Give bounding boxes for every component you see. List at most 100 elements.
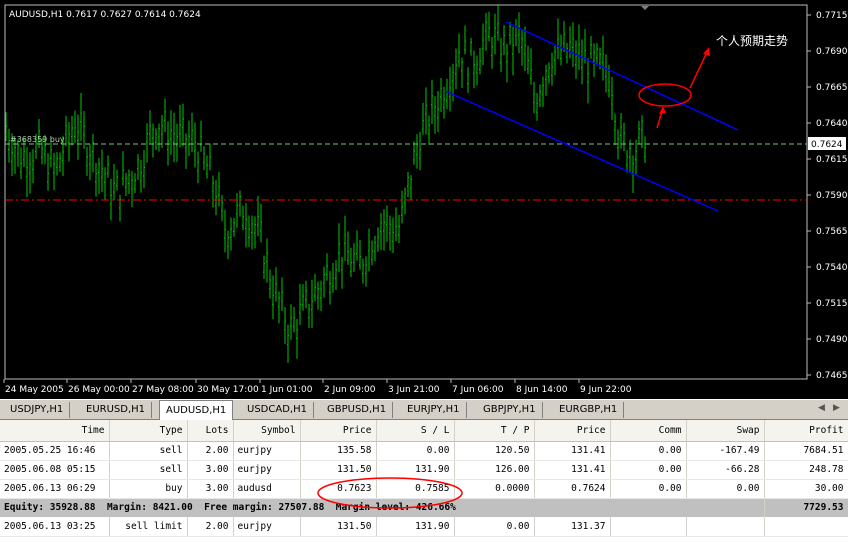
column-header[interactable]: Swap [686,420,765,442]
column-header[interactable]: Profit [764,420,848,442]
table-cell: 2.00 [187,517,234,537]
total-profit: 7729.53 [764,498,848,517]
table-cell: eurjpy [233,441,301,461]
table-cell: 248.78 [764,460,848,480]
forecast-arrowhead-1 [659,106,666,114]
account-summary: Equity: 35928.88 Margin: 8421.00 Free ma… [0,498,765,517]
table-cell: eurjpy [233,517,301,537]
table-cell: 2005.06.13 03:25 [0,517,110,537]
table-cell: sell [109,441,188,461]
table-cell: 0.00 [610,441,687,461]
column-header[interactable]: Price [534,420,611,442]
table-cell: 7684.51 [764,441,848,461]
price-tick-label: 0.7465 [816,371,848,381]
column-header[interactable]: T / P [454,420,535,442]
time-tick-label: 8 Jun 14:00 [516,385,568,395]
table-cell: 0.7624 [534,479,611,499]
time-tick-label: 24 May 2005 [5,385,64,395]
table-cell: 0.00 [610,460,687,480]
chart-title: AUDUSD,H1 0.7617 0.7627 0.7614 0.7624 [9,10,201,20]
trade-table: Time Type Lots Symbol Price S / LT / P Price Co… [0,420,848,537]
column-header[interactable]: Price [300,420,377,442]
table-cell: 0.00 [376,441,455,461]
trade-row[interactable]: 2005.05.25 16:46 sell 2.00 eurjpy 135.58 0.00… [0,441,848,461]
chart-frame [4,4,808,380]
table-cell: 120.50 [454,441,535,461]
column-header[interactable]: Comm [610,420,687,442]
table-cell: 2005.05.25 16:46 [0,441,110,461]
tab-gbpjpy-h1[interactable]: GBPJPY,H1 [477,402,543,418]
channel-upper-line [505,21,739,131]
time-tick-label: 7 Jun 06:00 [452,385,504,395]
table-cell: eurjpy [233,460,301,480]
price-tick-label: 0.7690 [816,47,848,57]
tab-usdcad-h1[interactable]: USDCAD,H1 [241,402,314,418]
table-cell: 30.00 [764,479,848,499]
price-tick-label: 0.7540 [816,263,848,273]
tab-gbpusd-h1[interactable]: GBPUSD,H1 [321,402,394,418]
trade-row[interactable]: 2005.06.13 06:29 buy 3.00 audusd 0.7623 0.758… [0,479,848,499]
table-cell: 0.00 [610,479,687,499]
table-cell: 131.41 [534,441,611,461]
current-price-label: 0.7624 [811,140,843,150]
table-cell: 0.00 [686,479,765,499]
chart-tabs: USDJPY,H1 EURUSD,H1 AUDUSD,H1 USDCAD,H1 GBPU… [0,399,848,420]
pending-order-row[interactable]: 2005.06.13 03:25 sell limit 2.00 eurjpy 131.… [0,517,848,537]
column-header[interactable]: Symbol [233,420,301,442]
column-header[interactable]: Time [0,420,110,442]
time-axis: 24 May 2005 26 May 00:00 27 May 08:00 30 Ma… [3,379,632,395]
table-cell [764,517,848,537]
price-tick-label: 0.7715 [816,11,848,21]
column-header[interactable]: Type [109,420,188,442]
chart-shift-marker [641,6,649,10]
forecast-annotation: 个人预期走势 [716,34,788,48]
table-cell: 2005.06.13 06:29 [0,479,110,499]
table-cell: 126.00 [454,460,535,480]
column-header[interactable]: Lots [187,420,234,442]
table-cell: sell [109,460,188,480]
tab-scroll-left-icon[interactable]: ◀ [818,403,825,413]
forecast-arrow-2 [689,49,709,89]
price-tick-label: 0.7665 [816,83,848,93]
table-cell: 131.90 [376,517,455,537]
table-cell: 135.58 [300,441,377,461]
table-cell: -66.28 [686,460,765,480]
trade-row[interactable]: 2005.06.08 05:15 sell 3.00 eurjpy 131.50 131.… [0,460,848,480]
time-tick-label: 9 Jun 22:00 [580,385,632,395]
table-cell: 3.00 [187,479,234,499]
tab-eurusd-h1[interactable]: EURUSD,H1 [80,402,153,418]
table-cell: 0.0000 [454,479,535,499]
chart-canvas[interactable]: 0.7715 0.7690 0.7665 0.7640 0.7615 0.7590 0.75… [0,0,848,399]
time-tick-label: 3 Jun 21:00 [388,385,440,395]
tab-scroll-right-icon[interactable]: ▶ [833,403,840,413]
table-cell: audusd [233,479,301,499]
table-cell: 0.7623 [300,479,377,499]
order-label: #368359 buy [10,135,65,144]
time-tick-label: 26 May 00:00 [68,385,130,395]
tab-eurjpy-h1[interactable]: EURJPY,H1 [401,402,467,418]
column-header[interactable]: S / L [376,420,455,442]
price-tick-label: 0.7565 [816,227,848,237]
table-cell: sell limit [109,517,188,537]
price-tick-label: 0.7615 [816,155,848,165]
price-tick-label: 0.7640 [816,119,848,129]
table-cell: 3.00 [187,460,234,480]
price-bars [5,4,646,363]
table-cell: 131.50 [300,460,377,480]
account-summary-row: Equity: 35928.88 Margin: 8421.00 Free ma… [0,498,848,517]
table-header: Time Type Lots Symbol Price S / LT / P Price Co… [0,420,848,442]
price-axis: 0.7715 0.7690 0.7665 0.7640 0.7615 0.7590 0.75… [807,11,848,381]
time-tick-label: 1 Jun 01:00 [261,385,313,395]
tab-audusd-h1[interactable]: AUDUSD,H1 [159,400,234,420]
price-tick-label: 0.7515 [816,299,848,309]
table-cell: 2.00 [187,441,234,461]
table-cell: 131.90 [376,460,455,480]
forecast-arrowhead-2 [703,47,710,56]
tab-usdjpy-h1[interactable]: USDJPY,H1 [4,402,71,418]
price-tick-label: 0.7490 [816,335,848,345]
table-cell: 131.37 [534,517,611,537]
tab-eurgbp-h1[interactable]: EURGBP,H1 [553,402,625,418]
price-chart[interactable]: 0.7715 0.7690 0.7665 0.7640 0.7615 0.7590 0.75… [0,0,848,399]
table-cell [686,517,765,537]
table-cell: -167.49 [686,441,765,461]
